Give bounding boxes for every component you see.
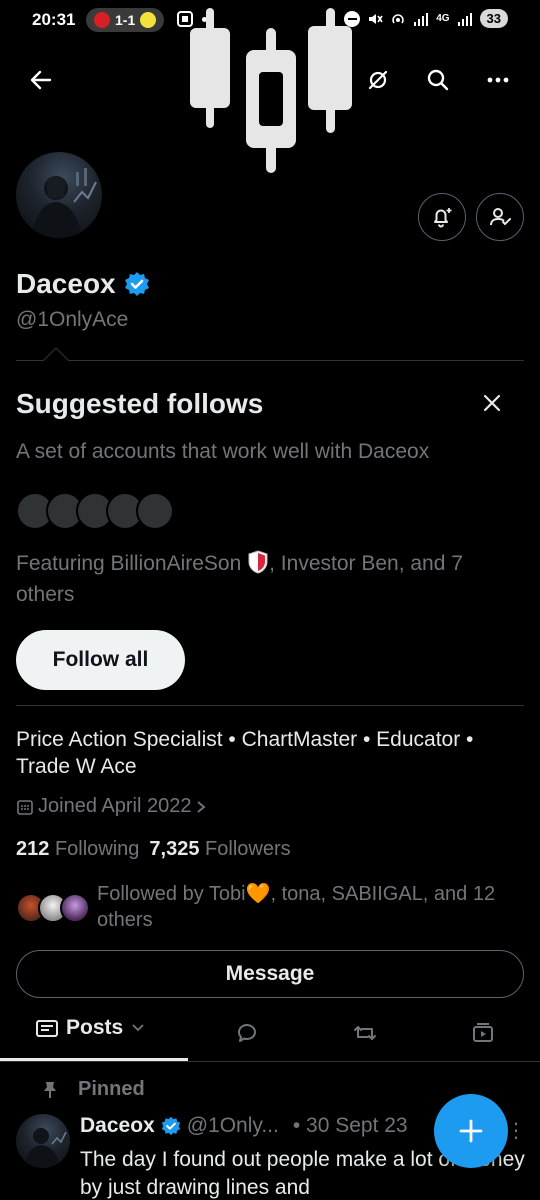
followed-by-avatars[interactable]	[16, 893, 92, 923]
shield-emoji-icon	[248, 550, 268, 574]
message-button[interactable]: Message	[16, 950, 524, 998]
user-check-icon	[490, 208, 511, 226]
team-crest-icon	[94, 12, 110, 28]
followers-label: Followers	[205, 838, 291, 860]
calendar-icon	[17, 799, 33, 815]
post-avatar[interactable]	[16, 1114, 70, 1168]
hide-header-button[interactable]	[360, 62, 396, 98]
featuring-text: Featuring BillionAireSon , Investor Ben,…	[16, 548, 526, 610]
live-score-chip: 1-1	[86, 8, 165, 32]
system-icons: 4G 33	[344, 9, 508, 28]
tab-media[interactable]	[468, 1018, 498, 1048]
compose-fab-button[interactable]	[434, 1094, 508, 1168]
display-name-text: Daceox	[16, 268, 116, 299]
divider-caret	[43, 347, 69, 373]
follow-all-button[interactable]: Follow all	[16, 630, 185, 690]
search-icon	[427, 69, 449, 91]
close-icon	[483, 394, 501, 412]
bell-plus-icon	[434, 208, 452, 228]
follow-stats: 212 Following 7,325 Followers	[16, 838, 291, 861]
avatar-image	[24, 1128, 67, 1168]
repost-icon	[354, 1026, 376, 1040]
featuring-prefix: Featuring BillionAireSon	[16, 552, 242, 575]
joined-date[interactable]: Joined April 2022	[16, 795, 207, 818]
team-crest-icon	[140, 12, 157, 28]
verified-badge-icon	[161, 1116, 180, 1136]
followers-link[interactable]: 7,325 Followers	[149, 838, 290, 861]
following-count: 212	[16, 838, 50, 860]
avatar-image	[32, 168, 97, 238]
more-horizontal-icon	[487, 77, 509, 83]
followed-by-text[interactable]: Followed by Tobi🧡, tona, SABIIGAL, and 1…	[97, 881, 527, 933]
profile-display-name: Daceox	[16, 268, 150, 300]
avatar	[136, 492, 174, 530]
plus-icon	[459, 1119, 483, 1143]
pin-icon	[44, 1081, 56, 1098]
verified-badge-icon	[124, 272, 149, 296]
chevron-down-icon	[132, 1024, 144, 1032]
battery-level: 33	[479, 9, 508, 28]
mute-icon	[369, 13, 383, 24]
suggested-follows-description: A set of accounts that work well with Da…	[16, 440, 430, 463]
pinned-text: Pinned	[78, 1078, 145, 1100]
reply-icon	[238, 1024, 256, 1042]
hotspot-icon	[392, 13, 404, 23]
close-suggested-button[interactable]	[474, 385, 510, 421]
profile-bio: Price Action Specialist • ChartMaster • …	[16, 728, 474, 778]
signal-icon	[414, 12, 429, 26]
signal-icon	[457, 12, 472, 26]
post-author-handle: @1Only...	[186, 1114, 279, 1137]
media-icon	[473, 1023, 493, 1042]
following-button[interactable]	[476, 193, 524, 241]
status-time: 20:31	[32, 10, 76, 29]
following-link[interactable]: 212 Following	[16, 838, 139, 861]
tab-reposts[interactable]	[350, 1018, 380, 1048]
followers-count: 7,325	[149, 838, 200, 860]
avatar	[60, 893, 90, 923]
pinned-label: Pinned	[42, 1078, 145, 1101]
back-button[interactable]	[23, 62, 59, 98]
post-author-name[interactable]: Daceox	[80, 1114, 155, 1138]
tab-posts[interactable]: Posts	[36, 1016, 145, 1040]
posts-icon	[36, 1020, 58, 1037]
tab-replies[interactable]	[232, 1018, 262, 1048]
post-more-button[interactable]: ⋮	[506, 1118, 526, 1143]
following-label: Following	[54, 838, 140, 860]
profile-avatar[interactable]	[16, 152, 102, 238]
score-text: 1-1	[115, 12, 136, 28]
candlestick-icon	[190, 8, 352, 173]
slashed-circle-icon	[368, 70, 388, 90]
joined-text: Joined April 2022	[38, 795, 192, 817]
notify-button[interactable]	[418, 193, 466, 241]
divider	[16, 705, 524, 706]
divider	[16, 360, 524, 361]
profile-tabs: Posts	[0, 1006, 540, 1060]
tab-posts-label: Posts	[66, 1016, 124, 1039]
arrow-left-icon	[30, 70, 52, 90]
suggested-follows-title: Suggested follows	[16, 388, 264, 419]
more-options-button[interactable]	[480, 62, 516, 98]
chevron-right-icon	[197, 800, 206, 813]
divider	[0, 1061, 540, 1062]
post-date: • 30 Sept 23	[292, 1114, 408, 1137]
profile-handle: @1OnlyAce	[16, 308, 129, 331]
network-type: 4G	[436, 13, 450, 24]
suggested-avatar-stack[interactable]	[16, 492, 186, 530]
search-button[interactable]	[420, 62, 456, 98]
